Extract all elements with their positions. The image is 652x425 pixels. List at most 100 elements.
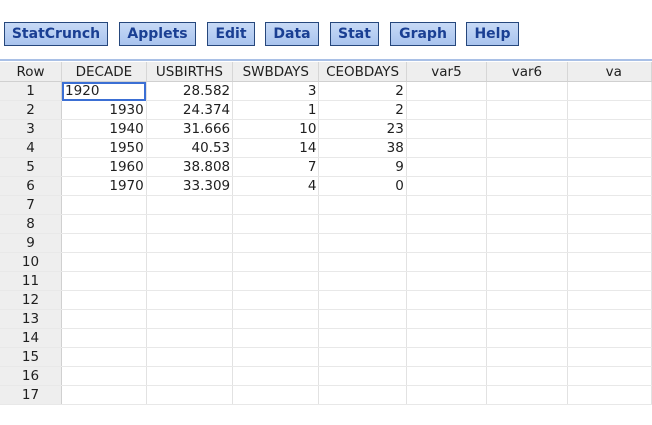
grid-cell[interactable] xyxy=(146,214,234,234)
grid-cell[interactable] xyxy=(567,176,652,196)
grid-cell[interactable] xyxy=(146,328,234,348)
grid-cell[interactable] xyxy=(486,119,568,139)
grid-cell[interactable] xyxy=(232,214,320,234)
grid-cell[interactable] xyxy=(61,290,147,310)
grid-cell[interactable] xyxy=(486,309,568,329)
grid-cell[interactable] xyxy=(61,214,147,234)
grid-cell[interactable] xyxy=(486,252,568,272)
grid-cell[interactable] xyxy=(232,328,320,348)
column-header-decade[interactable]: DECADE xyxy=(61,62,147,82)
row-number[interactable]: 15 xyxy=(0,347,63,367)
grid-cell[interactable] xyxy=(567,195,652,215)
grid-cell[interactable]: 31.666 xyxy=(146,119,234,139)
grid-cell[interactable] xyxy=(232,252,320,272)
row-number[interactable]: 2 xyxy=(0,100,63,120)
menu-stat[interactable]: Stat xyxy=(330,22,379,46)
grid-cell[interactable] xyxy=(232,347,320,367)
grid-cell[interactable] xyxy=(567,385,652,405)
grid-cell[interactable] xyxy=(146,366,234,386)
grid-cell[interactable]: 7 xyxy=(232,157,320,177)
column-header-usbirths[interactable]: USBIRTHS xyxy=(146,62,234,82)
row-number[interactable]: 12 xyxy=(0,290,63,310)
grid-cell[interactable] xyxy=(567,119,652,139)
row-number[interactable]: 4 xyxy=(0,138,63,158)
grid-cell[interactable] xyxy=(146,271,234,291)
grid-cell[interactable] xyxy=(61,252,147,272)
grid-cell[interactable]: 23 xyxy=(318,119,407,139)
grid-cell[interactable] xyxy=(318,233,407,253)
grid-cell[interactable] xyxy=(146,252,234,272)
grid-cell[interactable] xyxy=(486,157,568,177)
grid-cell[interactable] xyxy=(406,214,488,234)
grid-cell[interactable] xyxy=(567,81,652,101)
grid-cell[interactable] xyxy=(406,119,488,139)
grid-cell[interactable] xyxy=(406,233,488,253)
grid-cell[interactable] xyxy=(486,138,568,158)
grid-cell[interactable] xyxy=(486,100,568,120)
grid-cell[interactable]: 1950 xyxy=(61,138,147,158)
row-number[interactable]: 1 xyxy=(0,81,63,101)
grid-cell[interactable] xyxy=(567,328,652,348)
grid-cell[interactable] xyxy=(486,290,568,310)
grid-cell[interactable] xyxy=(406,81,488,101)
grid-cell[interactable] xyxy=(486,271,568,291)
row-number[interactable]: 3 xyxy=(0,119,63,139)
grid-cell[interactable] xyxy=(61,328,147,348)
menu-graph[interactable]: Graph xyxy=(390,22,456,46)
grid-cell[interactable] xyxy=(232,195,320,215)
grid-cell[interactable] xyxy=(61,271,147,291)
grid-cell[interactable] xyxy=(406,271,488,291)
grid-cell[interactable] xyxy=(406,176,488,196)
grid-cell[interactable] xyxy=(61,366,147,386)
grid-cell[interactable]: 2 xyxy=(318,81,407,101)
grid-cell[interactable]: 3 xyxy=(232,81,320,101)
grid-cell[interactable] xyxy=(406,138,488,158)
menu-edit[interactable]: Edit xyxy=(207,22,255,46)
grid-cell[interactable] xyxy=(232,271,320,291)
grid-cell[interactable] xyxy=(406,100,488,120)
grid-cell[interactable] xyxy=(486,328,568,348)
row-number[interactable]: 8 xyxy=(0,214,63,234)
grid-cell[interactable] xyxy=(406,195,488,215)
grid-cell[interactable] xyxy=(232,385,320,405)
grid-cell[interactable]: 14 xyxy=(232,138,320,158)
grid-cell[interactable]: 1960 xyxy=(61,157,147,177)
grid-cell[interactable]: 1930 xyxy=(61,100,147,120)
grid-cell[interactable]: 1940 xyxy=(61,119,147,139)
grid-cell[interactable] xyxy=(567,366,652,386)
row-number[interactable]: 13 xyxy=(0,309,63,329)
column-header-ceobdays[interactable]: CEOBDAYS xyxy=(318,62,407,82)
grid-cell[interactable] xyxy=(146,309,234,329)
grid-cell[interactable]: 4 xyxy=(232,176,320,196)
menu-statcrunch[interactable]: StatCrunch xyxy=(4,22,108,46)
grid-cell[interactable] xyxy=(567,233,652,253)
row-number[interactable]: 16 xyxy=(0,366,63,386)
row-number[interactable]: 17 xyxy=(0,385,63,405)
grid-cell[interactable] xyxy=(318,290,407,310)
grid-cell[interactable] xyxy=(567,252,652,272)
grid-cell[interactable] xyxy=(406,385,488,405)
grid-cell[interactable]: 1970 xyxy=(61,176,147,196)
grid-cell[interactable] xyxy=(318,328,407,348)
row-number[interactable]: 10 xyxy=(0,252,63,272)
grid-cell[interactable] xyxy=(318,347,407,367)
grid-cell[interactable] xyxy=(61,233,147,253)
row-number[interactable]: 7 xyxy=(0,195,63,215)
grid-cell[interactable] xyxy=(406,309,488,329)
column-header-var5[interactable]: var5 xyxy=(406,62,488,82)
grid-cell[interactable] xyxy=(486,195,568,215)
grid-cell[interactable] xyxy=(318,309,407,329)
grid-cell[interactable] xyxy=(406,366,488,386)
grid-cell[interactable] xyxy=(406,157,488,177)
grid-cell[interactable] xyxy=(486,176,568,196)
grid-cell[interactable] xyxy=(567,290,652,310)
grid-cell[interactable] xyxy=(146,290,234,310)
grid-cell[interactable] xyxy=(318,271,407,291)
grid-cell[interactable]: 38 xyxy=(318,138,407,158)
column-header-swbdays[interactable]: SWBDAYS xyxy=(232,62,320,82)
grid-cell[interactable] xyxy=(232,309,320,329)
grid-cell[interactable]: 1 xyxy=(232,100,320,120)
column-header-var7[interactable]: va xyxy=(567,62,652,82)
row-number[interactable]: 14 xyxy=(0,328,63,348)
grid-cell[interactable] xyxy=(232,233,320,253)
